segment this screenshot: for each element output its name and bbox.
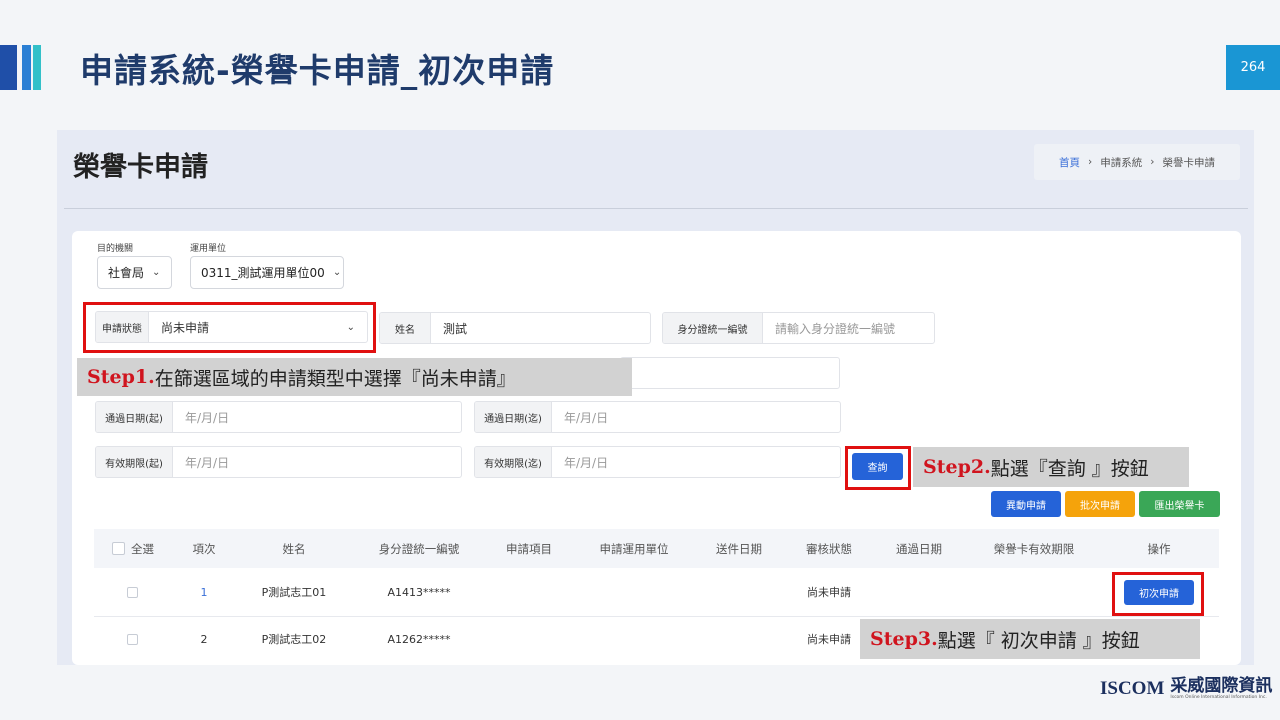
step1-text: 在篩選區域的申請類型中選擇『尚未申請』 [154, 367, 516, 390]
col-action: 操作 [1147, 541, 1171, 556]
row-status: 尚未申請 [807, 586, 851, 599]
unit-label: 運用單位 [190, 244, 227, 254]
col-id: 身分證統一編號 [378, 541, 460, 556]
page-number: 264 [1226, 45, 1280, 90]
col-submit-date: 送件日期 [716, 541, 762, 556]
batch-apply-button[interactable]: 批次申請 [1065, 491, 1135, 517]
logo-brand: ISCOM [1100, 678, 1165, 699]
id-field[interactable]: 身分證統一編號 請輸入身分證統一編號 [662, 312, 935, 344]
row-name: P測試志工02 [261, 633, 327, 646]
pass-end-label: 通過日期(迄) [475, 402, 552, 432]
row-name: P測試志工01 [261, 586, 327, 599]
filter-field-obscured[interactable] [620, 357, 840, 389]
breadcrumb-home[interactable]: 首頁 [1059, 155, 1080, 170]
col-pass-date: 通過日期 [896, 541, 942, 556]
logo-chinese: 采威國際資訊 [1170, 676, 1273, 696]
unit-select[interactable]: 0311_測試運用單位00 ⌄ [190, 256, 344, 289]
col-index: 項次 [192, 541, 216, 556]
col-name: 姓名 [282, 541, 306, 556]
step3-number: Step3. [870, 628, 938, 650]
col-apply-unit: 申請運用單位 [599, 541, 669, 556]
export-card-button[interactable]: 匯出榮譽卡 [1139, 491, 1220, 517]
select-all-checkbox[interactable] [112, 542, 125, 555]
row-status: 尚未申請 [807, 633, 851, 646]
status-select[interactable]: 申請狀態 尚未申請 ⌄ [95, 311, 368, 343]
divider [64, 208, 1248, 209]
row-index: 2 [200, 632, 208, 646]
search-button[interactable]: 查詢 [852, 453, 903, 480]
step1-callout: Step1. 在篩選區域的申請類型中選擇『尚未申請』 [77, 358, 632, 396]
accent-bar-light [33, 45, 41, 90]
name-field[interactable]: 姓名 測試 [379, 312, 651, 344]
accent-bar-mid [22, 45, 31, 90]
breadcrumb: 首頁 › 申請系統 › 榮譽卡申請 [1034, 144, 1240, 180]
name-value: 測試 [443, 321, 468, 336]
step2-number: Step2. [923, 456, 991, 478]
valid-start-placeholder: 年/月/日 [185, 455, 230, 470]
row-checkbox[interactable] [127, 587, 138, 598]
name-label: 姓名 [380, 313, 431, 343]
slide-title: 申請系統-榮譽卡申請_初次申請 [80, 51, 555, 90]
col-review-status: 審核狀態 [806, 541, 852, 556]
step3-callout: Step3. 點選『 初次申請 』按鈕 [860, 619, 1200, 659]
valid-start-label: 有效期限(起) [96, 447, 173, 477]
pass-start-field[interactable]: 通過日期(起) 年/月/日 [95, 401, 462, 433]
step3-text: 點選『 初次申請 』按鈕 [937, 629, 1140, 652]
row-checkbox[interactable] [127, 634, 138, 645]
valid-end-placeholder: 年/月/日 [564, 455, 609, 470]
pass-start-placeholder: 年/月/日 [185, 410, 230, 425]
chevron-down-icon: ⌄ [332, 267, 342, 278]
pass-end-placeholder: 年/月/日 [564, 410, 609, 425]
chevron-down-icon: ⌄ [346, 321, 355, 333]
accent-bar-dark [0, 45, 17, 90]
change-apply-button[interactable]: 異動申請 [991, 491, 1061, 517]
agency-select[interactable]: 社會局 ⌄ [97, 256, 172, 289]
logo-english: Iscom Online International Information I… [1170, 695, 1267, 700]
row-index: 1 [200, 585, 208, 599]
col-card-valid: 榮譽卡有效期限 [993, 541, 1075, 556]
breadcrumb-sep: › [1088, 156, 1093, 168]
row-id: A1413***** [387, 585, 451, 599]
col-apply-item: 申請項目 [506, 541, 552, 556]
valid-start-field[interactable]: 有效期限(起) 年/月/日 [95, 446, 462, 478]
breadcrumb-current: 榮譽卡申請 [1162, 156, 1215, 169]
id-placeholder: 請輸入身分證統一編號 [775, 321, 896, 336]
select-all[interactable]: 全選 [108, 529, 158, 568]
first-apply-button[interactable]: 初次申請 [1124, 580, 1194, 605]
step2-callout: Step2. 點選『查詢 』按鈕 [913, 447, 1189, 487]
step1-number: Step1. [87, 366, 155, 388]
breadcrumb-system[interactable]: 申請系統 [1100, 155, 1142, 170]
unit-value: 0311_測試運用單位00 [201, 266, 325, 280]
col-select-all: 全選 [131, 541, 154, 556]
agency-value: 社會局 [108, 266, 145, 280]
pass-start-label: 通過日期(起) [96, 402, 173, 432]
id-label: 身分證統一編號 [663, 313, 763, 343]
breadcrumb-sep: › [1150, 156, 1155, 168]
status-label: 申請狀態 [96, 312, 149, 342]
agency-label: 目的機關 [97, 244, 134, 254]
page-title: 榮譽卡申請 [73, 152, 208, 183]
company-logo: ISCOM 采威國際資訊 Iscom Online International … [1100, 672, 1272, 706]
table-header: 全選 項次 姓名 身分證統一編號 申請項目 申請運用單位 送件日期 審核狀態 通… [94, 529, 1219, 568]
step2-text: 點選『查詢 』按鈕 [990, 457, 1149, 480]
row-id: A1262***** [387, 632, 451, 646]
row-divider [94, 616, 1219, 617]
valid-end-label: 有效期限(迄) [475, 447, 552, 477]
valid-end-field[interactable]: 有效期限(迄) 年/月/日 [474, 446, 841, 478]
status-value: 尚未申請 [161, 320, 210, 335]
pass-end-field[interactable]: 通過日期(迄) 年/月/日 [474, 401, 841, 433]
chevron-down-icon: ⌄ [152, 267, 161, 278]
